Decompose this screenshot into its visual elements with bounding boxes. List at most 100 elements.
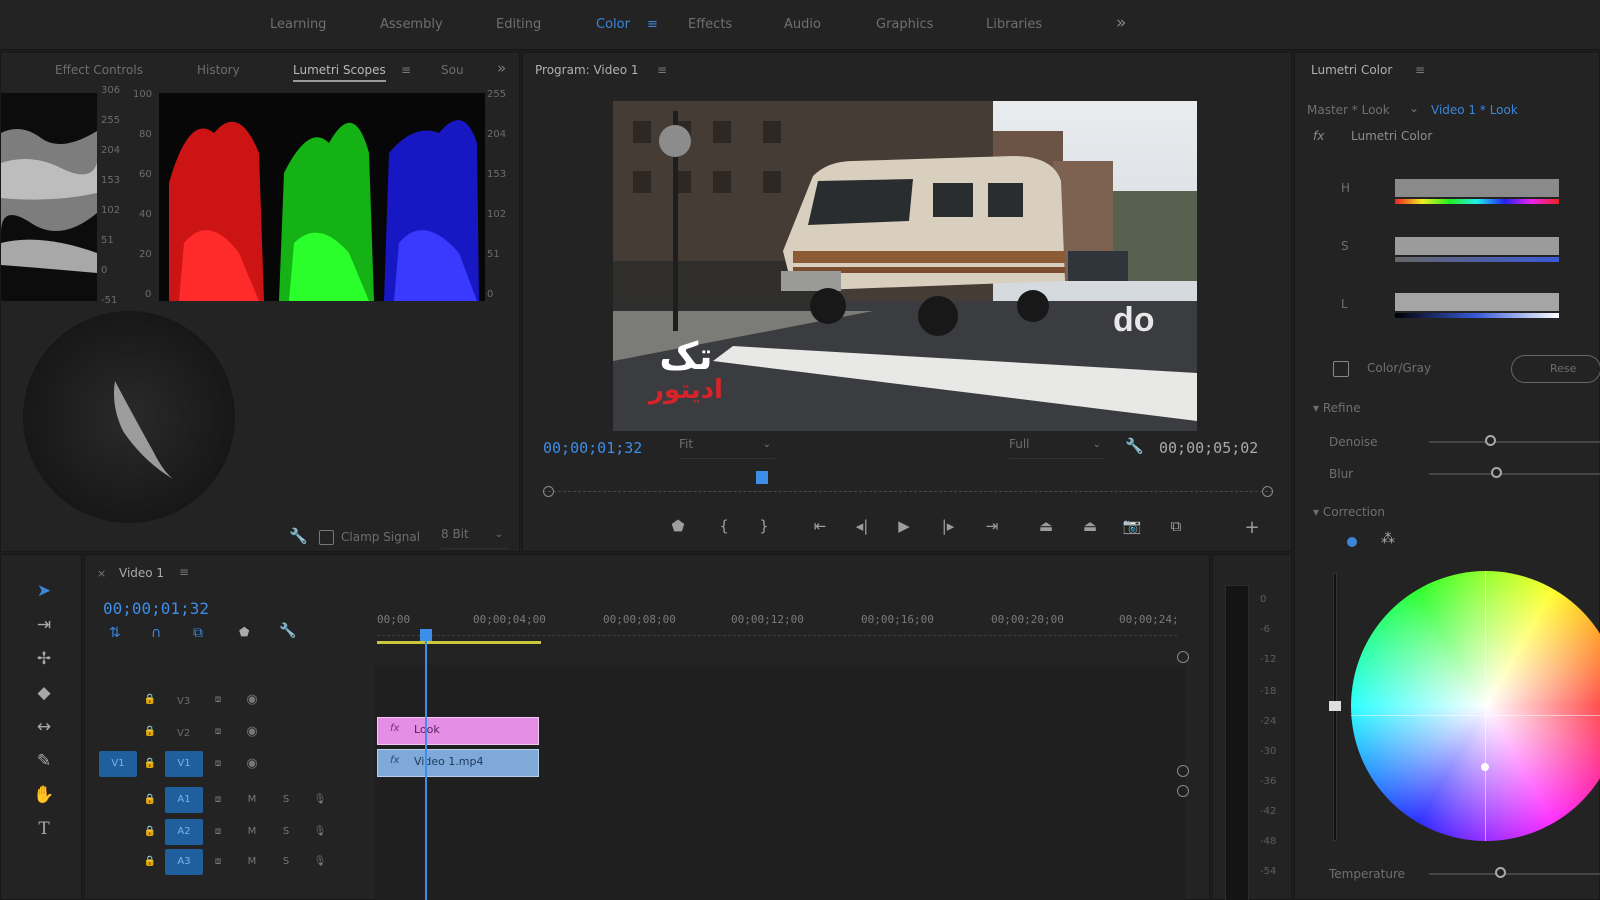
denoise-slider[interactable] [1429, 441, 1600, 443]
timeline-playhead-handle[interactable] [420, 629, 432, 641]
mute-button[interactable]: M [243, 853, 261, 871]
track-select-tool-icon[interactable]: ⇥ [31, 615, 57, 641]
hue-range-slider[interactable] [1395, 179, 1559, 197]
in-handle[interactable] [543, 486, 554, 497]
add-marker-icon[interactable]: ⬟ [665, 517, 691, 535]
wrench-icon[interactable]: 🔧 [289, 527, 308, 545]
single-wheel-mode-icon[interactable] [1347, 537, 1357, 547]
color-wheel[interactable] [1351, 571, 1600, 841]
mute-button[interactable]: M [243, 823, 261, 841]
temperature-slider-knob[interactable] [1495, 867, 1506, 878]
lock-icon[interactable]: 🔒 [141, 823, 159, 841]
chevron-down-icon[interactable]: ⌄ [1409, 101, 1419, 115]
playhead[interactable] [756, 471, 768, 484]
video-scroll-handle[interactable] [1177, 651, 1189, 663]
track-label[interactable]: A1 [165, 787, 203, 813]
resolution-dropdown[interactable]: Full ⌄ [1009, 437, 1105, 459]
lift-icon[interactable]: ⏏ [1033, 517, 1059, 535]
double-chevron-right-icon[interactable]: » [1116, 13, 1126, 33]
three-wheel-mode-icon[interactable]: ⁂ [1381, 531, 1395, 547]
solo-button[interactable]: S [277, 791, 295, 809]
program-monitor-title[interactable]: Program: Video 1 [535, 63, 639, 77]
refine-section[interactable]: ▾ Refine [1313, 401, 1361, 415]
workspace-audio[interactable]: Audio [784, 17, 821, 32]
step-back-icon[interactable]: ◂| [849, 517, 875, 535]
wrench-icon[interactable]: 🔧 [1125, 437, 1144, 455]
clip-look[interactable]: fx Look [377, 717, 539, 745]
audio-scroll-handle[interactable] [1177, 785, 1189, 797]
sync-lock-icon[interactable]: ⧈ [209, 691, 227, 709]
microphone-icon[interactable]: 🎙 [311, 791, 329, 809]
correction-section[interactable]: ▾ Correction [1313, 505, 1385, 519]
denoise-slider-knob[interactable] [1485, 435, 1496, 446]
workspace-effects[interactable]: Effects [688, 17, 732, 32]
panel-menu-icon[interactable]: ≡ [657, 63, 667, 77]
sync-lock-icon[interactable]: ⧈ [209, 723, 227, 741]
track-label[interactable]: V2 [177, 728, 190, 739]
current-timecode[interactable]: 00;00;01;32 [543, 439, 642, 457]
bit-depth-dropdown[interactable]: 8 Bit ⌄ [441, 527, 507, 549]
source-patch-v1[interactable]: V1 [99, 751, 137, 777]
sync-lock-icon[interactable]: ⧈ [209, 791, 227, 809]
lock-icon[interactable]: 🔒 [141, 853, 159, 871]
out-handle[interactable] [1262, 486, 1273, 497]
saturation-range-slider[interactable] [1395, 237, 1559, 255]
eye-icon[interactable]: ◉ [243, 755, 261, 773]
go-to-in-icon[interactable]: ⇤ [807, 517, 833, 535]
selection-tool-icon[interactable]: ➤ [31, 581, 57, 607]
workspace-libraries[interactable]: Libraries [986, 17, 1042, 32]
linked-selection-icon[interactable]: ⧉ [193, 625, 203, 641]
luminance-range-slider[interactable] [1395, 293, 1559, 311]
sync-lock-icon[interactable]: ⧈ [209, 823, 227, 841]
tab-source[interactable]: Sou [441, 63, 464, 77]
sequence-tab[interactable]: Video 1 [119, 566, 164, 580]
track-label[interactable]: A2 [165, 819, 203, 845]
mute-button[interactable]: M [243, 791, 261, 809]
export-frame-icon[interactable]: 📷 [1119, 517, 1145, 535]
track-label[interactable]: V3 [177, 696, 190, 707]
workspace-editing[interactable]: Editing [496, 17, 541, 32]
lock-icon[interactable]: 🔒 [141, 691, 159, 709]
reset-button[interactable]: Rese [1511, 355, 1600, 383]
extract-icon[interactable]: ⏏ [1077, 517, 1103, 535]
eye-icon[interactable]: ◉ [243, 691, 261, 709]
zoom-dropdown[interactable]: Fit ⌄ [679, 437, 775, 459]
wrench-icon[interactable]: 🔧 [279, 623, 296, 639]
workspace-graphics[interactable]: Graphics [876, 17, 933, 32]
slip-tool-icon[interactable]: ↔ [31, 717, 57, 743]
scrub-bar[interactable] [543, 471, 1273, 509]
add-marker-icon[interactable]: ⬟ [239, 625, 249, 639]
solo-button[interactable]: S [277, 823, 295, 841]
mark-out-icon[interactable]: } [751, 517, 777, 535]
track-area[interactable] [375, 665, 1185, 900]
color-wheel-puck[interactable] [1481, 763, 1489, 771]
work-area-bar[interactable] [377, 641, 541, 644]
mark-in-icon[interactable]: { [711, 517, 737, 535]
double-chevron-right-icon[interactable]: » [497, 59, 506, 77]
close-icon[interactable]: × [97, 567, 106, 580]
compare-view-icon[interactable]: ⧉ [1163, 517, 1189, 535]
sync-lock-icon[interactable]: ⧈ [209, 755, 227, 773]
ripple-edit-tool-icon[interactable]: ✢ [31, 649, 57, 675]
lock-icon[interactable]: 🔒 [141, 723, 159, 741]
clip-look-label[interactable]: Video 1 * Look [1431, 103, 1518, 117]
lock-icon[interactable]: 🔒 [141, 791, 159, 809]
video-scroll-handle[interactable] [1177, 765, 1189, 777]
tab-history[interactable]: History [197, 63, 240, 77]
type-tool-icon[interactable]: T [31, 819, 57, 845]
workspace-color[interactable]: Color [596, 17, 630, 32]
workspace-learning[interactable]: Learning [270, 17, 326, 32]
panel-menu-icon[interactable]: ≡ [401, 63, 411, 77]
master-look-label[interactable]: Master * Look [1307, 103, 1390, 117]
clip-video1[interactable]: fx Video 1.mp4 [377, 749, 539, 777]
track-label[interactable]: V1 [165, 751, 203, 777]
panel-menu-icon[interactable]: ≡ [1415, 63, 1425, 77]
tab-lumetri-scopes[interactable]: Lumetri Scopes [293, 63, 386, 82]
temperature-slider[interactable] [1429, 873, 1600, 875]
lumetri-title[interactable]: Lumetri Color [1311, 63, 1392, 77]
insert-nest-icon[interactable]: ⇅ [109, 625, 121, 641]
timeline-timecode[interactable]: 00;00;01;32 [103, 599, 209, 618]
microphone-icon[interactable]: 🎙 [311, 853, 329, 871]
solo-button[interactable]: S [277, 853, 295, 871]
button-editor-icon[interactable]: + [1239, 517, 1265, 538]
